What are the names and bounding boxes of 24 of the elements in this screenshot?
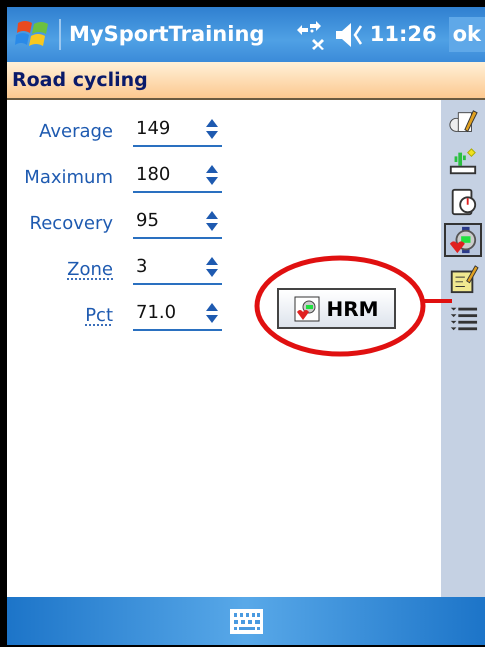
field-link[interactable]: Zone [7,256,113,282]
watch-heart-icon [447,225,479,255]
spinner-arrows-icon[interactable] [205,256,219,278]
spin-field[interactable]: 149 [133,115,222,147]
spinner-arrows-icon[interactable] [205,302,219,324]
spinner-arrows-icon[interactable] [205,210,219,232]
window-title: MySportTraining [59,18,296,50]
keyboard-icon[interactable] [230,608,262,634]
page-title: Road cycling [12,68,148,93]
field-label: Maximum [23,166,113,190]
speaker-icon[interactable] [334,22,364,48]
sidebar-button[interactable] [444,223,482,257]
leader-line [424,299,452,303]
cactus-sign-icon [447,147,479,177]
spinner-arrows-icon[interactable] [205,118,219,140]
spin-field[interactable]: 95 [133,207,222,239]
spin-field[interactable]: 71.0 [133,299,222,331]
field-link[interactable]: Pct [7,302,113,328]
spinner-arrows-icon[interactable] [205,164,219,186]
field-label: Recovery [28,212,113,236]
spin-field[interactable]: 3 [133,253,222,285]
field-label: Average [38,120,113,144]
spin-field[interactable]: 180 [133,161,222,193]
hrm-button[interactable]: HRM [277,288,396,329]
